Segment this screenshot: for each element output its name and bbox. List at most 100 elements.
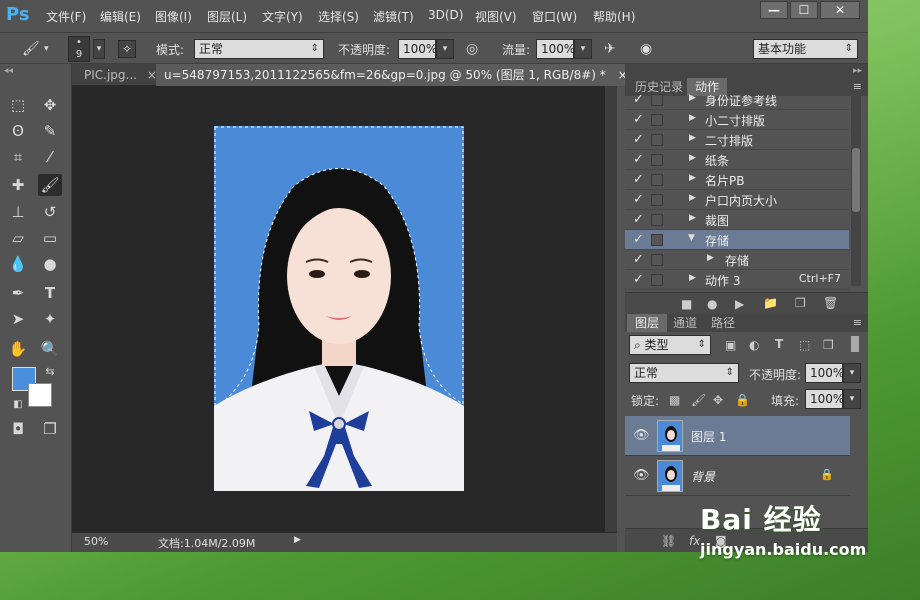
expand-triangle-icon[interactable]: ▶ [707, 253, 714, 263]
flow-dropdown-icon[interactable]: ▾ [574, 39, 592, 59]
tab-pic-jpg[interactable]: PIC.jpg... × [76, 64, 165, 86]
gradient-tool-icon[interactable]: ▭ [38, 227, 62, 249]
menu-help[interactable]: 帮助(H) [593, 8, 635, 25]
screen-mode-icon[interactable]: ❐ [38, 418, 62, 440]
canvas-vertical-scrollbar[interactable] [605, 86, 617, 532]
opacity-input[interactable]: 100% [398, 39, 437, 59]
actions-scrollbar[interactable] [851, 96, 861, 286]
pressure-size-icon[interactable]: ◉ [640, 41, 652, 57]
new-set-folder-icon[interactable]: 📁 [763, 296, 778, 310]
action-enabled-check-icon[interactable]: ✓ [633, 232, 644, 247]
delete-trash-icon[interactable]: 🗑 [823, 296, 838, 310]
action-enabled-check-icon[interactable]: ✓ [633, 172, 644, 187]
visibility-eye-icon[interactable]: 👁 [633, 468, 650, 483]
collapse-dock-icon[interactable]: ▸▸ [853, 66, 862, 76]
action-row[interactable]: ✓ ▶ 二寸排版 [625, 130, 849, 150]
filter-adjustment-icon[interactable]: ◐ [749, 338, 759, 352]
workspace-select[interactable]: 基本功能 ⇕ [753, 39, 858, 59]
expand-triangle-icon[interactable]: ▶ [689, 133, 696, 143]
pressure-opacity-icon[interactable]: ◎ [466, 41, 478, 57]
record-icon[interactable]: ● [707, 297, 717, 311]
dialog-toggle-box[interactable] [651, 214, 663, 226]
action-enabled-check-icon[interactable]: ✓ [633, 152, 644, 167]
zoom-level[interactable]: 50% [84, 535, 108, 548]
lock-all-icon[interactable]: 🔒 [735, 393, 750, 407]
brush-panel-toggle-icon[interactable]: ✧ [118, 40, 136, 58]
filter-toggle-switch[interactable] [851, 336, 859, 352]
panel-menu-icon[interactable]: ≡ [853, 80, 862, 93]
brush-size-picker[interactable]: • 9 [68, 36, 90, 62]
brush-tool-selected-icon[interactable]: 🖌 [38, 174, 62, 196]
dialog-toggle-box[interactable] [651, 194, 663, 206]
action-enabled-check-icon[interactable]: ✓ [633, 192, 644, 207]
blur-tool-icon[interactable]: 💧 [6, 253, 30, 275]
filter-shape-icon[interactable]: ⬚ [799, 338, 810, 352]
dialog-toggle-box[interactable] [651, 114, 663, 126]
crop-tool-icon[interactable]: ⌗ [6, 146, 30, 168]
fx-icon[interactable]: fx [689, 534, 700, 548]
swap-colors-icon[interactable]: ⇆ [38, 361, 62, 383]
dialog-toggle-box[interactable] [651, 254, 663, 266]
menu-filter[interactable]: 滤镜(T) [373, 8, 414, 25]
action-row[interactable]: ✓ ▶ 身份证参考线 [625, 90, 849, 110]
lock-transparency-icon[interactable]: ▩ [669, 393, 680, 407]
menu-edit[interactable]: 编辑(E) [100, 8, 141, 25]
menu-window[interactable]: 窗口(W) [532, 8, 577, 25]
expand-triangle-icon[interactable]: ▶ [689, 193, 696, 203]
filter-pixel-icon[interactable]: ▣ [725, 338, 736, 352]
status-menu-arrow-icon[interactable]: ▶ [294, 535, 301, 545]
action-row[interactable]: ✓ ▶ 存储 [625, 250, 849, 270]
expand-triangle-icon[interactable]: ▶ [689, 153, 696, 163]
canvas-area[interactable] [72, 86, 617, 532]
stop-icon[interactable]: ■ [681, 297, 692, 311]
flow-input[interactable]: 100% [536, 39, 575, 59]
menu-image[interactable]: 图像(I) [155, 8, 192, 25]
quick-mask-icon[interactable]: ◘ [6, 418, 30, 440]
airbrush-icon[interactable]: ✈ [604, 41, 616, 57]
filter-smart-object-icon[interactable]: ❒ [823, 338, 834, 352]
action-row-selected[interactable]: ✓ ▼ 存储 [625, 230, 849, 250]
dodge-tool-icon[interactable]: ● [38, 253, 62, 275]
fill-dropdown-icon[interactable]: ▾ [843, 389, 861, 409]
tab-paths[interactable]: 路径 [703, 314, 743, 332]
mode-select[interactable]: 正常 ⇕ [194, 39, 324, 59]
tab-layers[interactable]: 图层 [627, 314, 668, 332]
dialog-toggle-box[interactable] [651, 134, 663, 146]
move-tool-icon[interactable]: ✥ [38, 94, 62, 116]
type-tool-icon[interactable]: T [38, 282, 62, 304]
expand-triangle-icon[interactable]: ▶ [689, 273, 696, 283]
action-enabled-check-icon[interactable]: ✓ [633, 252, 644, 267]
eraser-tool-icon[interactable]: ▱ [6, 227, 30, 249]
close-button[interactable]: ✕ [820, 1, 860, 19]
filter-type-icon[interactable]: T [775, 337, 783, 351]
dialog-toggle-box[interactable] [651, 154, 663, 166]
brush-tool-icon[interactable]: 🖌 [22, 41, 40, 57]
new-action-icon[interactable]: ❐ [795, 296, 806, 310]
scroll-thumb[interactable] [852, 148, 860, 212]
blend-mode-select[interactable]: 正常 ⇕ [629, 363, 739, 383]
eyedropper-tool-icon[interactable]: ⁄ [38, 146, 62, 168]
maximize-button[interactable]: ☐ [790, 1, 818, 19]
menu-select[interactable]: 选择(S) [318, 8, 359, 25]
tab-current-document[interactable]: u=548797153,2011122565&fm=26&gp=0.jpg @ … [156, 64, 636, 86]
dialog-toggle-box[interactable] [651, 274, 663, 286]
hand-tool-icon[interactable]: ✋ [6, 338, 30, 360]
action-enabled-check-icon[interactable]: ✓ [633, 272, 644, 287]
expand-triangle-icon[interactable]: ▶ [689, 113, 696, 123]
action-row[interactable]: ✓ ▶ 小二寸排版 [625, 110, 849, 130]
action-row[interactable]: ✓ ▶ 纸条 [625, 150, 849, 170]
collapse-triangle-icon[interactable]: ▼ [688, 233, 695, 243]
visibility-eye-icon[interactable]: 👁 [633, 428, 650, 443]
menu-view[interactable]: 视图(V) [475, 8, 517, 25]
background-color-swatch[interactable] [28, 383, 52, 407]
layer-row-layer1[interactable]: 👁 图层 1 [625, 416, 850, 456]
action-enabled-check-icon[interactable]: ✓ [633, 132, 644, 147]
marquee-tool-icon[interactable]: ⬚ [6, 94, 30, 116]
expand-triangle-icon[interactable]: ▶ [689, 213, 696, 223]
minimize-button[interactable]: — [760, 1, 788, 19]
tool-preset-arrow-icon[interactable]: ▾ [44, 41, 49, 57]
fill-input[interactable]: 100% [805, 389, 844, 409]
default-colors-icon[interactable]: ◧ [6, 394, 30, 416]
lasso-tool-icon[interactable]: ʘ [6, 120, 30, 142]
collapse-toolbox-icon[interactable]: ◂◂ [4, 66, 13, 76]
